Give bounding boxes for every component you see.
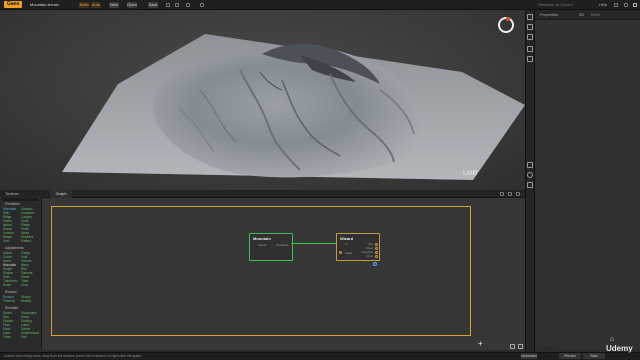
close-icon[interactable] — [633, 3, 637, 7]
node-mountain-input[interactable]: Seeds — [258, 243, 267, 247]
node-mountain[interactable]: Mountain Seeds Out/Mask — [249, 233, 293, 261]
status-hint: Double-click empty area, drag from the t… — [4, 354, 143, 358]
toolbox-item[interactable]: Pattern — [21, 239, 31, 243]
node-wizard[interactable]: Wizard In Mask Out Wear Deposits Flow — [336, 233, 380, 261]
terrain-render — [62, 34, 525, 180]
globe-icon[interactable] — [527, 172, 533, 178]
toolbox-item[interactable]: Trees — [3, 335, 11, 339]
preview-resolution-button[interactable]: Preview Resolution — [559, 353, 581, 359]
settings-icon[interactable] — [186, 3, 190, 7]
mask-port-icon[interactable] — [339, 251, 342, 254]
toolbox-item[interactable]: Soil — [21, 335, 26, 339]
gizmo-marker — [506, 17, 510, 21]
node-wizard-out-3[interactable]: Flow — [359, 254, 373, 258]
frame-icon[interactable] — [527, 162, 533, 168]
app-logo: Gaea — [4, 1, 22, 8]
toolbox-item[interactable]: Thermal — [3, 299, 15, 303]
toolbox-item[interactable]: Line — [3, 239, 9, 243]
search-icon[interactable] — [500, 192, 504, 196]
node-wizard-title: Wizard — [340, 236, 354, 241]
toolbox-list: Primitives Mountain Volcano Hills Constant Ri… — [3, 202, 41, 350]
toolbox-category[interactable]: Adjustments — [5, 246, 24, 250]
node-wizard-mask[interactable]: Mask — [345, 251, 352, 255]
new-button[interactable]: New — [109, 2, 119, 8]
wear-port-icon[interactable] — [375, 247, 378, 250]
welcome-label[interactable]: Welcome to Gaea 2 — [538, 0, 573, 10]
flow-port-icon[interactable] — [375, 255, 378, 258]
toolbox-category[interactable]: Simulate — [5, 306, 18, 310]
build-button[interactable]: Build — [79, 2, 89, 8]
render-icon[interactable] — [527, 34, 533, 40]
toolbox-search-input[interactable] — [2, 198, 38, 201]
filter-icon[interactable] — [508, 192, 512, 196]
toolbox-category[interactable]: Primitives — [5, 202, 20, 206]
unlicensed-button[interactable]: Unlicensed — [521, 353, 537, 359]
redo-icon[interactable] — [175, 3, 179, 7]
auto-button[interactable]: Auto — [91, 2, 101, 8]
properties-panel — [535, 10, 640, 350]
out-port-icon[interactable] — [375, 243, 378, 246]
toolbox-item[interactable]: Crop — [21, 283, 28, 287]
connection-wire[interactable] — [291, 243, 337, 244]
graph-tab-strip — [42, 190, 525, 198]
toolbox-item[interactable]: Scale — [3, 283, 11, 287]
project-name: Mountain.terrain — [30, 2, 59, 7]
camera-icon[interactable] — [527, 14, 533, 20]
help-menu[interactable]: Help — [599, 0, 607, 10]
tab-graph[interactable]: Graph — [50, 190, 72, 198]
open-button[interactable]: Open — [127, 2, 137, 8]
udemy-logo-icon: ⌂ — [610, 336, 615, 343]
save-button[interactable]: Save — [148, 2, 158, 8]
menu-icon[interactable] — [516, 192, 520, 196]
light-icon[interactable] — [527, 24, 533, 30]
graph-frame[interactable] — [51, 206, 471, 336]
minimize-icon[interactable] — [614, 3, 618, 7]
build-resolution-button[interactable]: Build Resolution — [583, 353, 605, 359]
tab-build[interactable]: Build — [591, 10, 600, 20]
grid-icon[interactable] — [527, 46, 533, 52]
watermark: Udemy — [606, 344, 633, 353]
deposits-port-icon[interactable] — [375, 251, 378, 254]
3d-viewport[interactable] — [0, 10, 525, 190]
expand-icon[interactable] — [527, 182, 533, 188]
node-wizard-input[interactable]: In — [345, 242, 348, 246]
share-icon[interactable] — [200, 3, 204, 7]
fit-view-icon[interactable] — [510, 344, 515, 349]
properties-title[interactable]: Properties — [540, 10, 558, 20]
node-mountain-output[interactable]: Out/Mask — [276, 243, 289, 247]
status-toggle-button[interactable] — [538, 346, 558, 352]
node-status-icon — [373, 262, 377, 266]
node-mountain-title: Mountain — [253, 236, 271, 241]
undo-icon[interactable] — [166, 3, 170, 7]
zoom-icon[interactable] — [518, 344, 523, 349]
toolbox-title: Toolbox — [5, 191, 19, 196]
toolbox-category[interactable]: Erosion — [5, 290, 17, 294]
toolbox-item[interactable]: Stratify — [21, 299, 31, 303]
crosshair-icon: + — [478, 339, 483, 348]
eye-icon[interactable] — [527, 56, 533, 62]
tab-3d[interactable]: 3D — [579, 10, 584, 20]
maximize-icon[interactable] — [624, 3, 628, 7]
mouse-hint: LMB — [463, 170, 478, 177]
